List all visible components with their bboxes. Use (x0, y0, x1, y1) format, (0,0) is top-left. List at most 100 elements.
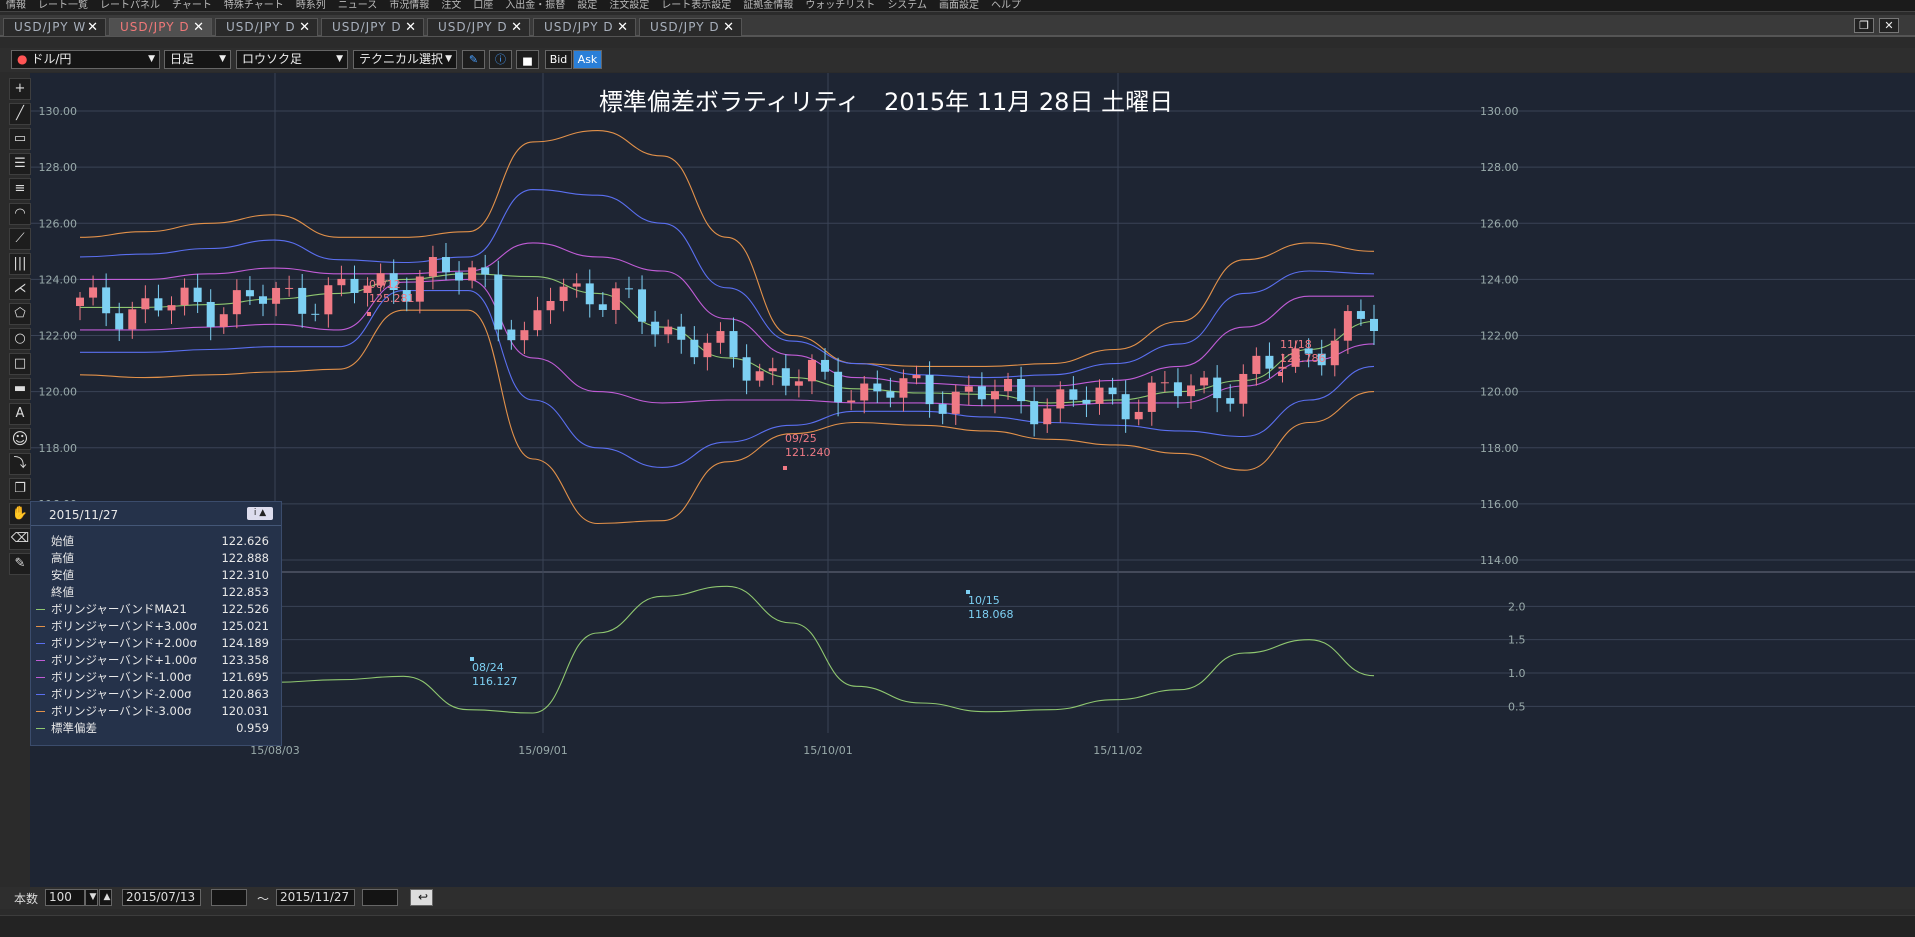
menu-item[interactable]: 注文 (441, 0, 461, 11)
copy-icon[interactable]: ❐ (9, 478, 31, 500)
candle-body (1265, 355, 1274, 369)
candle-body (245, 290, 254, 297)
rectangle-icon[interactable]: □ (9, 353, 31, 375)
price-tick-right: 126.00 (1480, 217, 1519, 230)
menu-item[interactable]: 情報 (6, 0, 26, 11)
close-icon[interactable]: ✕ (299, 19, 311, 36)
tab-5[interactable]: USD/JPY D ✕ (427, 18, 530, 36)
arc-icon[interactable]: ◠ (9, 203, 31, 225)
ask-button[interactable]: Ask (573, 50, 602, 69)
menu-item[interactable]: 特殊チャート (224, 0, 284, 11)
annotation-date: 08/12 (369, 278, 401, 291)
pen-icon[interactable]: ✎ (462, 50, 485, 69)
trendline-icon[interactable]: ╱ (9, 103, 31, 125)
series-swatch (36, 660, 45, 661)
timeframe-select[interactable]: 日足 ▼ (164, 50, 231, 69)
start-date-field[interactable]: 2015/07/13 (122, 889, 201, 906)
candle-body (1095, 387, 1104, 404)
candle-body (154, 298, 163, 311)
arrow-down-icon[interactable]: ⤵ (9, 453, 31, 475)
crosshair-icon[interactable]: + (9, 78, 31, 100)
info-icon[interactable]: ⓘ (489, 50, 512, 69)
tab-1[interactable]: USD/JPY W ✕ (3, 18, 106, 36)
menu-item[interactable]: レート一覧 (38, 0, 88, 11)
brush-icon[interactable]: ✎ (9, 553, 31, 575)
candle-body (481, 267, 490, 275)
start-time-field[interactable] (211, 889, 247, 906)
tab-3[interactable]: USD/JPY D ✕ (215, 18, 318, 36)
close-window-button[interactable]: ✕ (1879, 18, 1899, 33)
end-date-field[interactable]: 2015/11/27 (276, 889, 355, 906)
currency-pair-select[interactable]: ● ドル/円 ▼ (11, 50, 160, 69)
ruler-icon[interactable]: ▭ (9, 128, 31, 150)
menu-item[interactable]: レートパネル (100, 0, 160, 11)
circle-icon[interactable]: ○ (9, 328, 31, 350)
candle-body (572, 283, 581, 287)
close-icon[interactable]: ✕ (405, 19, 417, 36)
text-icon[interactable]: A (9, 403, 31, 425)
candle-body (507, 329, 516, 341)
menu-item[interactable]: ウォッチリスト (805, 0, 875, 11)
chart-area-icon[interactable]: ▅ (516, 50, 539, 69)
annotation-value: 116.127 (472, 675, 518, 688)
annotation-marker (783, 466, 787, 470)
technical-select[interactable]: テクニカル選択 ▼ (353, 50, 457, 69)
tab-4[interactable]: USD/JPY D ✕ (321, 18, 424, 36)
pentagon-icon[interactable]: ⬠ (9, 303, 31, 325)
info-toggle-icon[interactable]: i ▲ (247, 507, 273, 520)
count-down-icon[interactable]: ▼ (85, 889, 98, 906)
tab-2[interactable]: USD/JPY D ✕ (109, 18, 212, 36)
chart-area[interactable]: 130.00 130.00 128.00 128.00 126.00 126.00 124.… (30, 73, 1915, 888)
menu-item[interactable]: 画面設定 (939, 0, 979, 11)
fan-icon[interactable]: ⟋ (9, 228, 31, 250)
count-field[interactable]: 100 (45, 889, 85, 906)
menu-item[interactable]: レート表示設定 (661, 0, 731, 11)
eraser-icon[interactable]: ⌫ (9, 528, 31, 550)
menu-item[interactable]: ヘルプ (991, 0, 1021, 11)
multi-lines-icon[interactable]: ≡ (9, 178, 31, 200)
close-icon[interactable]: ✕ (87, 19, 99, 36)
pitchfork-icon[interactable]: ⋌ (9, 278, 31, 300)
end-time-field[interactable] (362, 889, 398, 906)
vertical-lines-icon[interactable]: ||| (9, 253, 31, 275)
candle-body (807, 359, 816, 382)
smiley-icon[interactable]: ☺ (9, 428, 31, 450)
menu-item[interactable]: 設定 (577, 0, 597, 11)
candle-body (546, 300, 555, 311)
candle-body (1108, 387, 1117, 395)
menu-item[interactable]: 証拠金情報 (743, 0, 793, 11)
candle-body (925, 375, 934, 405)
tab-6[interactable]: USD/JPY D ✕ (533, 18, 636, 36)
tab-label: USD/JPY D (438, 20, 508, 34)
candle-body (167, 305, 176, 311)
tab-label: USD/JPY D (332, 20, 402, 34)
restore-window-button[interactable]: ❐ (1854, 18, 1874, 33)
return-icon[interactable]: ↩ (410, 889, 433, 906)
close-icon[interactable]: ✕ (723, 19, 735, 36)
tab-7[interactable]: USD/JPY D ✕ (639, 18, 742, 36)
menu-item[interactable]: 入出金・振替 (505, 0, 565, 11)
menu-item[interactable]: 注文設定 (609, 0, 649, 11)
chart-type-select[interactable]: ロウソク足 ▼ (236, 50, 348, 69)
bid-button[interactable]: Bid (545, 50, 572, 69)
candle-body (324, 285, 333, 315)
hand-icon[interactable]: ✋ (9, 503, 31, 525)
series-line (79, 242, 1374, 387)
close-icon[interactable]: ✕ (617, 19, 629, 36)
close-icon[interactable]: ✕ (511, 19, 523, 36)
candle-body (1134, 411, 1143, 420)
candle-body (520, 330, 529, 341)
menu-item[interactable]: 口座 (473, 0, 493, 11)
menu-item[interactable]: 市況情報 (389, 0, 429, 11)
chart-app: 情報 レート一覧 レートパネル チャート 特殊チャート 時系列 ニュース 市況情報 注文 口座 入出… (0, 0, 1915, 937)
menu-item[interactable]: 時系列 (296, 0, 326, 11)
menu-item[interactable]: システム (887, 0, 927, 11)
count-up-icon[interactable]: ▲ (99, 889, 112, 906)
menu-item[interactable]: ニュース (338, 0, 378, 11)
menu-item[interactable]: チャート (172, 0, 212, 11)
annotation-date: 08/24 (472, 661, 504, 674)
divider-icon[interactable]: ▬ (9, 378, 31, 400)
horizontal-lines-icon[interactable]: ☰ (9, 153, 31, 175)
info-value: 120.031 (221, 704, 269, 718)
close-icon[interactable]: ✕ (193, 19, 205, 36)
